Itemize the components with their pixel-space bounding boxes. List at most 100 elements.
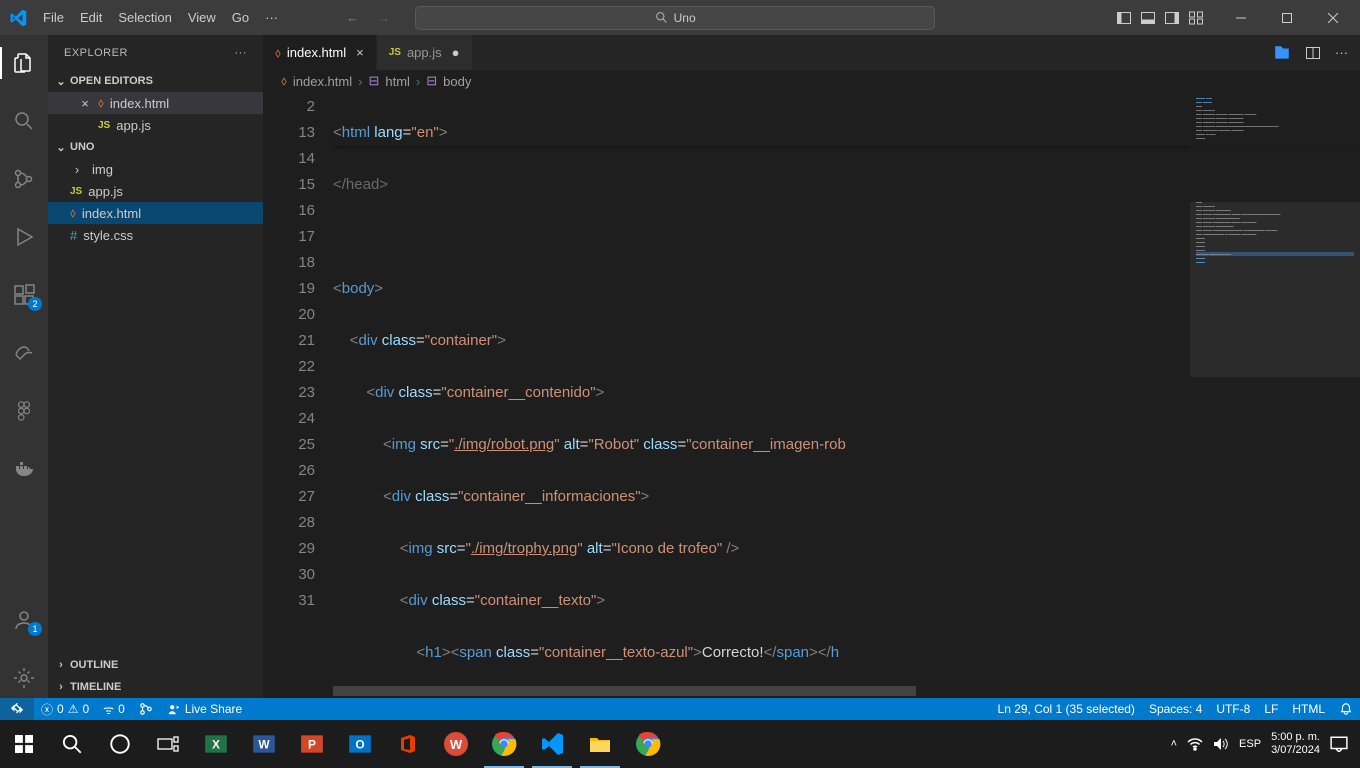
chrome-icon[interactable] xyxy=(480,720,528,768)
command-center[interactable]: Uno xyxy=(415,6,935,30)
encoding-status[interactable]: UTF-8 xyxy=(1209,702,1257,716)
start-button[interactable] xyxy=(0,720,48,768)
tray-chevron-icon[interactable]: ˄ xyxy=(1171,738,1177,750)
timeline-section[interactable]: ›TIMELINE xyxy=(48,676,263,698)
toggle-primary-sidebar-icon[interactable] xyxy=(1116,10,1132,26)
activity-bar: 2 1 xyxy=(0,35,48,698)
chevron-down-icon: ⌄ xyxy=(54,141,68,154)
tab-close-icon[interactable]: × xyxy=(356,45,364,60)
menu-view[interactable]: View xyxy=(180,0,224,35)
task-view-icon[interactable] xyxy=(144,720,192,768)
line-numbers: 2 131415 161718 192021 222324 252627 282… xyxy=(263,92,333,698)
compare-changes-icon[interactable] xyxy=(1273,44,1291,62)
status-bar: ⓧ0 ⚠0 ᯤ0 Live Share Ln 29, Col 1 (35 sel… xyxy=(0,698,1360,720)
minimap[interactable]: ▬▬▬ ▬▬▬▬ ▬▬▬ ▬▬ ▬▬ ▬▬▬▬ ▬▬ ▬▬▬▬ ▬▬▬▬ ▬▬▬… xyxy=(1190,92,1360,686)
extensions-badge: 2 xyxy=(28,297,42,311)
editor-area: ⬨ index.html × JS app.js ● ··· ⬨ index.h… xyxy=(263,35,1360,698)
sidebar-more-icon[interactable]: ··· xyxy=(235,47,248,59)
menu-edit[interactable]: Edit xyxy=(72,0,110,35)
folder-item[interactable]: › img xyxy=(48,158,263,180)
warning-icon: ⚠ xyxy=(68,702,79,716)
toggle-panel-icon[interactable] xyxy=(1140,10,1156,26)
notifications-icon[interactable] xyxy=(1332,702,1360,716)
window-controls xyxy=(1218,0,1356,35)
customize-layout-icon[interactable] xyxy=(1188,10,1204,26)
clock[interactable]: 5:00 p. m. 3/07/2024 xyxy=(1271,731,1320,757)
explorer-icon[interactable] xyxy=(0,43,48,83)
search-activity-icon[interactable] xyxy=(0,101,48,141)
file-explorer-icon[interactable] xyxy=(576,720,624,768)
accounts-icon[interactable]: 1 xyxy=(0,600,48,640)
menu-file[interactable]: File xyxy=(35,0,72,35)
wifi-icon[interactable] xyxy=(1187,737,1203,751)
live-share-status[interactable]: Live Share xyxy=(160,702,249,716)
figma-icon[interactable] xyxy=(0,391,48,431)
excel-icon[interactable]: X xyxy=(192,720,240,768)
minimize-button[interactable] xyxy=(1218,0,1264,35)
taskbar-search-icon[interactable] xyxy=(48,720,96,768)
error-icon: ⓧ xyxy=(41,701,53,718)
file-item[interactable]: ⬨ index.html xyxy=(48,202,263,224)
sidebar-explorer: EXPLORER ··· ⌄OPEN EDITORS × ⬨ index.htm… xyxy=(48,35,263,698)
close-button[interactable] xyxy=(1310,0,1356,35)
vscode-logo-icon xyxy=(0,9,35,27)
tab-app-js[interactable]: JS app.js ● xyxy=(377,35,473,70)
toggle-secondary-sidebar-icon[interactable] xyxy=(1164,10,1180,26)
extensions-icon[interactable]: 2 xyxy=(0,275,48,315)
live-share-icon xyxy=(167,702,181,716)
horizontal-scrollbar[interactable] xyxy=(333,686,1190,698)
eol-status[interactable]: LF xyxy=(1257,702,1285,716)
tab-index-html[interactable]: ⬨ index.html × xyxy=(263,35,377,70)
cortana-icon[interactable] xyxy=(96,720,144,768)
file-item[interactable]: # style.css xyxy=(48,224,263,246)
nav-forward-icon[interactable]: → xyxy=(377,10,390,25)
open-editors-section[interactable]: ⌄OPEN EDITORS xyxy=(48,70,263,92)
powerpoint-icon[interactable]: P xyxy=(288,720,336,768)
search-icon xyxy=(655,11,668,24)
language-mode[interactable]: HTML xyxy=(1285,702,1332,716)
docker-icon[interactable] xyxy=(0,449,48,489)
vscode-taskbar-icon[interactable] xyxy=(528,720,576,768)
file-item[interactable]: JS app.js xyxy=(48,180,263,202)
problems-status[interactable]: ⓧ0 ⚠0 xyxy=(34,701,96,718)
outline-section[interactable]: ›OUTLINE xyxy=(48,654,263,676)
git-status[interactable] xyxy=(132,702,160,716)
source-control-icon[interactable] xyxy=(0,159,48,199)
nav-arrows: ← → xyxy=(346,10,390,25)
split-editor-icon[interactable] xyxy=(1305,45,1321,61)
outlook-icon[interactable]: O xyxy=(336,720,384,768)
menu-selection[interactable]: Selection xyxy=(110,0,179,35)
open-editor-item[interactable]: × JS app.js xyxy=(48,114,263,136)
menu-go[interactable]: Go xyxy=(224,0,257,35)
action-center-icon[interactable] xyxy=(1330,736,1348,752)
volume-icon[interactable] xyxy=(1213,737,1229,751)
css-file-icon: # xyxy=(70,228,77,243)
ports-status[interactable]: ᯤ0 xyxy=(96,701,132,718)
menu-bar: File Edit Selection View Go ··· xyxy=(35,0,286,35)
breadcrumbs[interactable]: ⬨ index.html › ⊟ html › ⊟ body xyxy=(263,70,1360,92)
remote-explorer-icon[interactable] xyxy=(0,333,48,373)
close-icon[interactable]: × xyxy=(78,96,92,111)
indentation-status[interactable]: Spaces: 4 xyxy=(1142,702,1209,716)
word-icon[interactable]: W xyxy=(240,720,288,768)
nav-back-icon[interactable]: ← xyxy=(346,10,359,25)
title-bar: File Edit Selection View Go ··· ← → Uno xyxy=(0,0,1360,35)
office-icon[interactable] xyxy=(384,720,432,768)
js-file-icon: JS xyxy=(98,120,110,131)
html-file-icon: ⬨ xyxy=(275,45,281,61)
sidebar-title: EXPLORER ··· xyxy=(48,35,263,70)
run-debug-icon[interactable] xyxy=(0,217,48,257)
app-icon[interactable]: W xyxy=(432,720,480,768)
svg-text:O: O xyxy=(355,737,364,751)
chrome-icon-2[interactable] xyxy=(624,720,672,768)
remote-indicator[interactable] xyxy=(0,698,34,720)
open-editor-item[interactable]: × ⬨ index.html xyxy=(48,92,263,114)
cursor-position[interactable]: Ln 29, Col 1 (35 selected) xyxy=(991,702,1142,716)
menu-overflow-icon[interactable]: ··· xyxy=(257,0,286,35)
maximize-button[interactable] xyxy=(1264,0,1310,35)
input-language[interactable]: ESP xyxy=(1239,738,1261,750)
svg-text:P: P xyxy=(308,737,316,751)
folder-section[interactable]: ⌄UNO xyxy=(48,136,263,158)
settings-gear-icon[interactable] xyxy=(0,658,48,698)
more-actions-icon[interactable]: ··· xyxy=(1335,45,1348,60)
